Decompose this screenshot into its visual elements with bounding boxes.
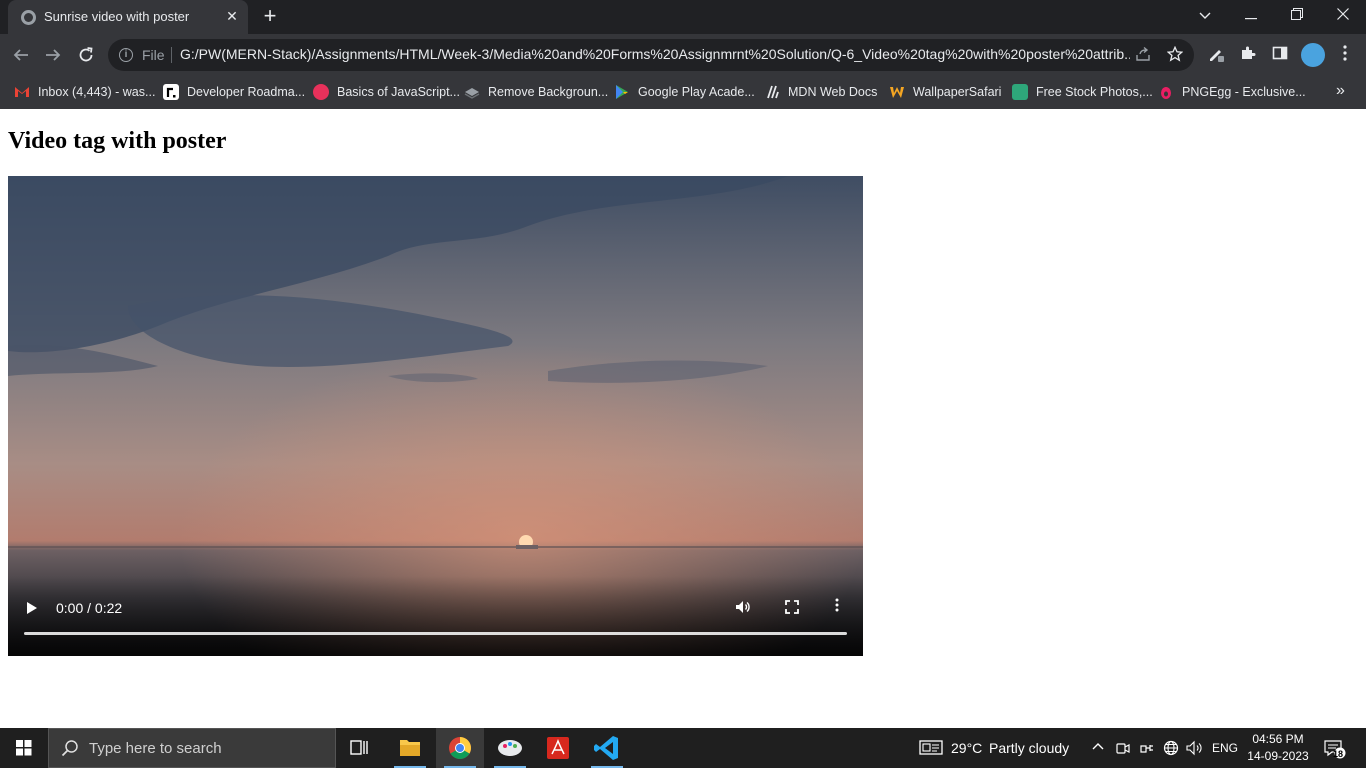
- notification-count-badge: 18: [1333, 749, 1344, 759]
- windows-taskbar: Type here to search 29°C Partly cloudy E…: [0, 728, 1366, 768]
- bookmark-item-pngegg[interactable]: PNGEgg - Exclusive...: [1158, 83, 1306, 101]
- browser-chrome: Sunrise video with poster ✕ + i File G:/…: [0, 0, 1366, 109]
- close-window-button[interactable]: [1320, 0, 1366, 34]
- weather-icon[interactable]: [919, 739, 943, 760]
- fullscreen-icon[interactable]: [785, 600, 799, 614]
- url-text[interactable]: G:/PW(MERN-Stack)/Assignments/HTML/Week-…: [180, 46, 1130, 62]
- bookmark-item-gmail[interactable]: Inbox (4,443) - was...: [14, 83, 155, 101]
- video-time-display: 0:00 / 0:22: [56, 600, 123, 616]
- menu-kebab-icon[interactable]: [1335, 45, 1355, 65]
- page-content: Video tag with poster 0:00 / 0:22: [0, 109, 1366, 728]
- bookmark-item-google-play[interactable]: Google Play Acade...: [614, 83, 755, 101]
- remove-bg-icon: [464, 84, 480, 100]
- speaker-icon[interactable]: [1186, 740, 1204, 759]
- bookmark-item-js-basics[interactable]: Basics of JavaScript...: [313, 83, 460, 101]
- back-arrow-icon[interactable]: [10, 44, 32, 66]
- roadmap-icon: [163, 83, 179, 100]
- paint-3d-icon[interactable]: [486, 728, 534, 768]
- page-heading: Video tag with poster: [8, 128, 227, 154]
- chevron-up-icon[interactable]: [1091, 740, 1105, 757]
- close-tab-icon[interactable]: ✕: [224, 8, 240, 24]
- system-clock[interactable]: 04:56 PM 14-09-2023: [1247, 731, 1309, 765]
- browser-toolbar: i File G:/PW(MERN-Stack)/Assignments/HTM…: [0, 34, 1366, 76]
- minimize-button[interactable]: [1228, 0, 1274, 34]
- reload-icon[interactable]: [75, 44, 97, 66]
- clock-date: 14-09-2023: [1247, 749, 1309, 763]
- gmail-icon: [14, 84, 30, 100]
- language-indicator[interactable]: ENG: [1212, 741, 1238, 755]
- bookmark-star-icon[interactable]: [1166, 45, 1184, 64]
- volume-icon[interactable]: [735, 599, 751, 615]
- taskbar-search-placeholder: Type here to search: [89, 740, 222, 757]
- bookmark-item-stock-photos[interactable]: Free Stock Photos,...: [1012, 83, 1153, 101]
- weather-temperature[interactable]: 29°C: [951, 740, 982, 756]
- video-poster-image: [8, 176, 863, 656]
- power-plug-icon[interactable]: [1139, 740, 1155, 759]
- video-player[interactable]: 0:00 / 0:22: [8, 176, 863, 656]
- profile-avatar[interactable]: [1301, 43, 1325, 67]
- stock-photos-icon: [1012, 83, 1028, 100]
- vscode-icon[interactable]: [583, 728, 631, 768]
- globe-icon: [21, 10, 36, 25]
- tab-title: Sunrise video with poster: [44, 9, 190, 24]
- network-globe-icon[interactable]: [1163, 740, 1179, 759]
- extension-pen-icon[interactable]: [1206, 45, 1226, 65]
- side-panel-icon[interactable]: [1270, 45, 1290, 65]
- js-basics-icon: [313, 83, 329, 100]
- new-tab-button[interactable]: +: [260, 5, 280, 27]
- bookmark-item-wallpapersafari[interactable]: WallpaperSafari: [889, 83, 1001, 101]
- url-scheme-label: File: [142, 47, 165, 63]
- tab-search-icon[interactable]: [1182, 0, 1228, 34]
- weather-description[interactable]: Partly cloudy: [989, 740, 1069, 756]
- video-progress-bar[interactable]: [24, 632, 847, 635]
- bookmarks-bar: Inbox (4,443) - was... Developer Roadma.…: [0, 76, 1366, 109]
- acrobat-reader-icon[interactable]: [534, 728, 582, 768]
- info-icon[interactable]: i: [119, 48, 133, 62]
- search-icon: [61, 739, 79, 757]
- active-tab[interactable]: Sunrise video with poster ✕: [8, 0, 248, 34]
- forward-arrow-icon[interactable]: [42, 44, 64, 66]
- address-bar[interactable]: i File G:/PW(MERN-Stack)/Assignments/HTM…: [108, 39, 1194, 71]
- task-view-icon[interactable]: [336, 728, 384, 768]
- mdn-icon: [764, 84, 780, 100]
- bookmark-item-roadmap[interactable]: Developer Roadma...: [163, 83, 305, 101]
- clock-time: 04:56 PM: [1252, 732, 1304, 746]
- bookmark-item-remove-bg[interactable]: Remove Backgroun...: [464, 83, 608, 101]
- google-play-icon: [614, 84, 630, 100]
- tab-strip: Sunrise video with poster ✕ +: [0, 0, 1366, 34]
- restore-button[interactable]: [1274, 0, 1320, 34]
- file-explorer-icon[interactable]: [386, 728, 434, 768]
- share-icon[interactable]: [1134, 46, 1152, 64]
- taskbar-search-box[interactable]: Type here to search: [48, 728, 336, 768]
- windows-start-icon[interactable]: [0, 728, 48, 768]
- bookmark-item-mdn[interactable]: MDN Web Docs: [764, 83, 877, 101]
- extensions-puzzle-icon[interactable]: [1238, 45, 1258, 65]
- pngegg-icon: [1158, 84, 1174, 100]
- meet-now-icon[interactable]: [1115, 740, 1131, 759]
- omnibox-separator: [171, 47, 172, 63]
- chrome-icon[interactable]: [436, 728, 484, 768]
- bookmarks-overflow-button[interactable]: »: [1336, 82, 1345, 100]
- wallpapersafari-icon: [889, 84, 905, 100]
